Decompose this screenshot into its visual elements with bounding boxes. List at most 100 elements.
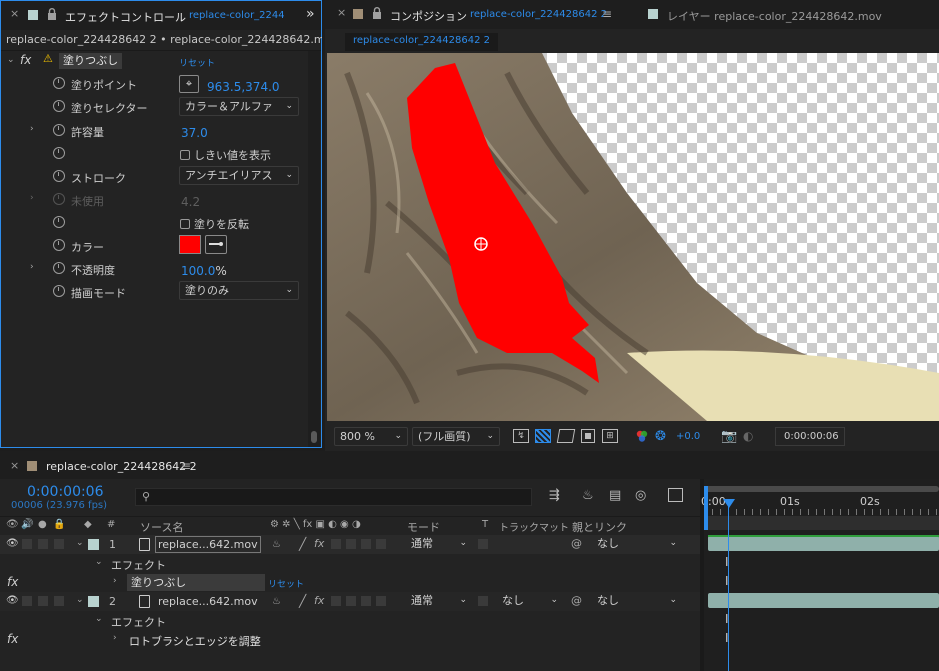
audio-toggle[interactable] (22, 539, 32, 549)
tab-layer[interactable]: レイヤー replace-color_224428642.mov (667, 8, 882, 24)
frame-blending-icon[interactable]: ▤ (609, 488, 621, 503)
effect-row[interactable]: fx › 塗りつぶし リセット (0, 573, 700, 592)
pickwhip-icon[interactable]: @ (571, 537, 582, 550)
grid-guides-icon[interactable]: ⊞ (602, 429, 618, 443)
solo-toggle[interactable] (38, 539, 48, 549)
shy-switch-icon[interactable]: ♨ (272, 596, 281, 607)
effect-name[interactable]: 塗りつぶし (127, 574, 265, 591)
scrollbar-thumb[interactable] (311, 431, 317, 443)
switch-slot[interactable] (376, 539, 386, 549)
lock-icon[interactable] (47, 8, 57, 20)
expand-arrow-icon[interactable]: › (30, 193, 34, 203)
expand-icon[interactable]: » (306, 6, 315, 22)
solo-icon[interactable]: ● (38, 519, 47, 530)
fx-toggle[interactable]: fx (20, 53, 31, 67)
invert-fill-checkbox[interactable]: 塗りを反転 (180, 216, 249, 232)
expand-arrow-icon[interactable]: › (30, 262, 34, 272)
opacity-field[interactable]: 100.0% (181, 264, 227, 278)
camera-snapshot-icon[interactable]: 📷 (721, 429, 737, 444)
scrollbar[interactable] (308, 51, 320, 447)
blend-mode-dropdown[interactable]: 塗りのみ ⌄ (179, 281, 299, 300)
close-icon[interactable]: × (10, 7, 19, 20)
close-icon[interactable]: × (10, 459, 19, 472)
fast-previews-icon[interactable]: ↯ (513, 429, 529, 443)
work-area-start-marker[interactable] (704, 486, 708, 530)
expand-arrow-icon[interactable]: › (30, 124, 34, 134)
label-icon[interactable]: ◆ (84, 519, 92, 530)
layer-label-color[interactable] (88, 596, 99, 607)
fx-icon[interactable]: fx (7, 632, 18, 646)
tab-effect-controls-layer[interactable]: replace-color_224428 (189, 10, 284, 21)
transparency-grid-icon[interactable] (535, 429, 551, 443)
current-time-field[interactable]: 0:00:00:06 (775, 427, 845, 446)
close-icon[interactable]: × (337, 6, 346, 19)
eye-icon[interactable]: 👁 (6, 595, 19, 606)
effect-row[interactable]: fx › ロトブラシとエッジを調整 (0, 630, 700, 649)
motion-blur-icon[interactable]: ◎ (635, 488, 646, 503)
switch-slot[interactable] (361, 596, 371, 606)
stopwatch-icon[interactable] (53, 77, 65, 89)
color-swatch[interactable] (179, 235, 201, 254)
switch-slot[interactable] (376, 596, 386, 606)
stopwatch-icon[interactable] (53, 262, 65, 274)
fill-selector-dropdown[interactable]: カラー＆アルファ ⌄ (179, 97, 299, 116)
panel-menu-icon[interactable]: ≡ (602, 7, 612, 21)
tab-composition-title[interactable]: コンポジション (390, 8, 467, 24)
rgb-channels-icon[interactable] (635, 430, 649, 443)
quality-switch-icon[interactable]: ╱ (299, 537, 306, 551)
resolution-dropdown[interactable]: (フル画質) ⌄ (412, 427, 500, 446)
layer-row[interactable]: 👁 ⌄ 2 replace...642.mov ♨ ╱ fx 通常 ⌄ なし ⌄ @… (0, 592, 700, 611)
track-matte-dropdown[interactable]: なし ⌄ (497, 592, 563, 611)
eye-icon[interactable]: 👁 (6, 519, 19, 530)
mask-visibility-icon[interactable] (556, 429, 576, 443)
fx-switch[interactable]: fx (314, 537, 324, 550)
quality-switch-icon[interactable]: ╱ (299, 594, 306, 608)
sub-tab-composition[interactable]: replace-color_224428642 2 (345, 33, 498, 51)
exposure-reset-icon[interactable]: ❂ (655, 429, 666, 444)
panel-menu-icon[interactable]: ≡ (181, 459, 191, 473)
stopwatch-icon[interactable] (53, 100, 65, 112)
shy-layers-icon[interactable]: ♨ (582, 488, 594, 503)
switch-slot[interactable] (361, 539, 371, 549)
fx-switch[interactable]: fx (314, 594, 324, 607)
stroke-dropdown[interactable]: アンチエイリアス ⌄ (179, 166, 299, 185)
tab-timeline-title[interactable]: replace-color_224428642 2 (46, 460, 197, 473)
expand-arrow-icon[interactable]: › (113, 576, 117, 586)
switch-slot[interactable] (346, 539, 356, 549)
parent-dropdown[interactable]: なし ⌄ (592, 535, 682, 554)
audio-toggle[interactable] (22, 596, 32, 606)
effect-name[interactable]: ロトブラシとエッジを調整 (129, 633, 261, 649)
switch-slot[interactable] (346, 596, 356, 606)
shy-switch-icon[interactable]: ♨ (272, 539, 281, 550)
graph-editor-icon[interactable] (668, 488, 683, 502)
show-threshold-checkbox[interactable]: しきい値を表示 (180, 147, 271, 163)
timeline-timecode[interactable]: 0:00:00:06 (27, 484, 104, 500)
playhead-handle[interactable] (723, 499, 735, 508)
preserve-transparency-toggle[interactable] (478, 539, 488, 549)
solo-toggle[interactable] (38, 596, 48, 606)
tab-effect-controls-title[interactable]: エフェクトコントロール (65, 9, 186, 25)
audio-icon[interactable]: 🔊 (21, 519, 33, 530)
timeline-search-input[interactable]: ⚲ (135, 488, 532, 506)
fill-point-value[interactable]: 963.5,374.0 (207, 80, 280, 94)
tolerance-value[interactable]: 37.0 (181, 126, 208, 140)
collapse-icon[interactable]: ⌄ (76, 538, 84, 548)
layer-duration-bar[interactable] (708, 593, 939, 608)
collapse-icon[interactable]: ⌄ (76, 595, 84, 605)
lock-toggle[interactable] (54, 596, 64, 606)
fx-icon[interactable]: fx (7, 575, 18, 589)
effect-reset-link[interactable]: リセット (268, 577, 304, 590)
preserve-transparency-toggle[interactable] (478, 596, 488, 606)
show-snapshot-icon[interactable]: ◐ (743, 429, 753, 443)
parent-dropdown[interactable]: なし ⌄ (592, 592, 682, 611)
layer-source-name[interactable]: replace...642.mov (158, 595, 258, 608)
layer-row[interactable]: 👁 ⌄ 1 replace...642.mov ♨ ╱ fx 通常 ⌄ @ なし ⌄ (0, 535, 700, 554)
timeline-track-area[interactable]: 0:00 01s 02s I I I I (701, 479, 939, 671)
lock-icon[interactable] (372, 7, 382, 19)
layer-mode-dropdown[interactable]: 通常 ⌄ (406, 592, 472, 611)
stopwatch-icon[interactable] (53, 216, 65, 228)
lock-icon[interactable]: 🔒 (53, 519, 65, 530)
playhead-line[interactable] (728, 501, 729, 671)
layer-source-name[interactable]: replace...642.mov (155, 536, 261, 553)
switch-slot[interactable] (331, 596, 341, 606)
